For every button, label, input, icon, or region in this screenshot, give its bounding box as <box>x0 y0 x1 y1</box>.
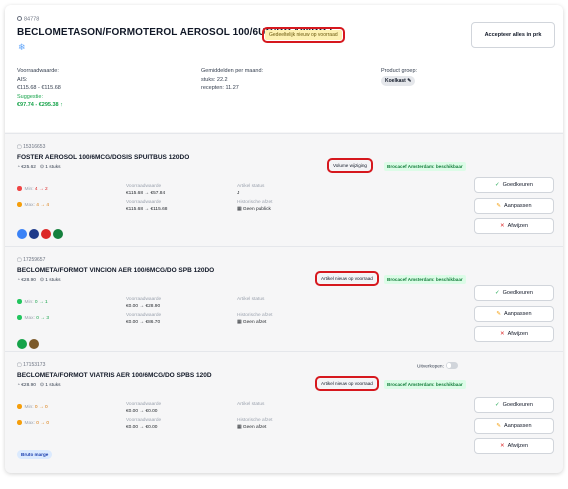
logo-icon <box>29 228 39 239</box>
product-row: ▢ 17153173 BECLOMETA/FORMOT VIATRIS AER … <box>5 351 563 473</box>
check-icon: ✓ <box>495 402 500 408</box>
product-code: ▢ 15316653 <box>17 144 46 150</box>
stock-value: Voorraadwaarde €0.00 → €28.90 <box>126 297 162 309</box>
action-buttons: ✓ Goedkeuren ✎ Aanpassen ✕ Afwijzen <box>474 397 554 459</box>
stock-summary: Voorraadwaarde: AIS: €115.68 - €115.68 S… <box>17 68 63 109</box>
check-icon: ✓ <box>495 182 500 188</box>
stock-value: Voorraadwaarde €0.00 → €86.70 <box>126 313 162 325</box>
product-code: ▢ 17153173 <box>17 362 46 368</box>
action-buttons: ✓ Goedkeuren ✎ Aanpassen ✕ Afwijzen <box>474 177 554 239</box>
close-icon: ✕ <box>499 443 505 449</box>
status-box: Artikel nieuw op voorraad <box>314 375 380 392</box>
logo-icon <box>17 338 27 349</box>
product-code: ▢ 17259657 <box>17 257 46 263</box>
status-box: Volume wijziging <box>326 157 374 174</box>
article-status: Artikel status <box>237 297 265 302</box>
clock-icon <box>17 16 22 21</box>
supplier-logos <box>17 225 65 243</box>
min-row: Min: 4 → 2 <box>17 186 48 193</box>
snowflake-icon: ❄ <box>18 42 26 52</box>
status-badge: Gedeeltelijk nieuw op voorraad <box>261 26 346 44</box>
logo-icon <box>17 228 27 239</box>
dot-icon <box>17 404 22 409</box>
margin-pill: Bruto marge <box>17 450 53 459</box>
group-pill[interactable]: Koelkast ✎ <box>381 75 416 87</box>
min-row: Min: 0 → 0 <box>17 404 48 411</box>
dot-icon <box>17 315 22 320</box>
product-row: ▢ 15316653 FOSTER AEROSOL 100/6MCG/DOSIS… <box>5 133 563 245</box>
max-row: Max: 0 → 3 <box>17 315 49 322</box>
reject-button[interactable]: ✕ Afwijzen <box>474 218 554 234</box>
action-buttons: ✓ Goedkeuren ✎ Aanpassen ✕ Afwijzen <box>474 285 554 347</box>
adjust-button[interactable]: ✎ Aanpassen <box>474 305 554 322</box>
historic-sales: Historische afzet ▦ Geen afzet <box>237 418 273 430</box>
approve-button[interactable]: ✓ Goedkeuren <box>474 397 554 413</box>
logo-icon <box>41 228 51 239</box>
dot-icon <box>17 420 22 425</box>
logo-icon <box>29 338 39 349</box>
close-icon: ✕ <box>499 223 505 229</box>
monthly-averages: Gemiddelden per maand: stuks: 22.2 recep… <box>201 68 264 92</box>
logo-icon <box>53 228 63 239</box>
tag-list: Bruto marge <box>17 443 53 461</box>
historic-sales: Historische afzet ▦ Geen publick <box>237 200 273 212</box>
product-header: 84778 BECLOMETASON/FORMOTEROL AEROSOL 10… <box>5 5 563 132</box>
close-icon: ✕ <box>499 331 505 337</box>
max-row: Max: 4 → 4 <box>17 202 49 209</box>
historic-sales: Historische afzet ▦ Geen afzet <box>237 313 273 325</box>
adjust-button[interactable]: ✎ Aanpassen <box>474 197 554 214</box>
price-icon: ◔ <box>17 383 20 388</box>
calendar-icon: ▦ <box>237 207 242 212</box>
adjust-button[interactable]: ✎ Aanpassen <box>474 417 554 434</box>
supplier-badge: Brocacef Amsterdam: beschikbaar <box>384 380 466 389</box>
stock-value: Voorraadwaarde €0.00 → €0.00 <box>126 402 162 414</box>
approve-button[interactable]: ✓ Goedkeuren <box>474 285 554 301</box>
stock-value: Voorraadwaarde €0.00 → €0.00 <box>126 418 162 430</box>
price-icon: ◔ <box>17 278 20 283</box>
check-icon: ✓ <box>495 290 500 296</box>
product-meta: ◔ €25.62 ⊙ 1 stuks <box>17 165 61 170</box>
box-icon: ⊙ <box>39 165 44 170</box>
calendar-icon: ▦ <box>237 320 242 325</box>
product-meta: ◔ €28.90 ⊙ 1 stuks <box>17 383 61 388</box>
product-name: FOSTER AEROSOL 100/6MCG/DOSIS SPUITBUS 1… <box>17 154 190 161</box>
sellout-toggle[interactable]: Uitverkopen: <box>417 362 458 370</box>
product-card: 84778 BECLOMETASON/FORMOTEROL AEROSOL 10… <box>5 5 563 473</box>
dot-icon <box>17 186 22 191</box>
pencil-icon: ✎ <box>496 422 502 429</box>
box-icon: ⊙ <box>39 383 44 388</box>
stock-value: Voorraadwaarde €115.68 → €115.68 <box>126 200 168 212</box>
product-name: BECLOMETA/FORMOT VIATRIS AER 100/6MCG/DO… <box>17 372 212 379</box>
product-name: BECLOMETA/FORMOT VINCION AER 100/6MCG/DO… <box>17 267 215 274</box>
pencil-icon: ✎ <box>496 202 502 209</box>
product-id: 84778 <box>17 16 39 23</box>
supplier-badge: Brocacef Amsterdam: beschikbaar <box>384 162 466 171</box>
article-status: Artikel status <box>237 402 265 407</box>
supplier-badge: Brocacef Amsterdam: beschikbaar <box>384 275 466 284</box>
max-row: Max: 0 → 0 <box>17 420 49 427</box>
dot-icon <box>17 299 22 304</box>
toggle-switch[interactable] <box>445 362 458 369</box>
product-row: ▢ 17259657 BECLOMETA/FORMOT VINCION AER … <box>5 246 563 350</box>
article-status: Artikel status J <box>237 184 265 196</box>
stock-value: Voorraadwaarde €115.68 → €57.84 <box>126 184 166 196</box>
dot-icon <box>17 202 22 207</box>
reject-button[interactable]: ✕ Afwijzen <box>474 326 554 342</box>
pencil-icon: ✎ <box>407 77 412 84</box>
min-row: Min: 0 → 1 <box>17 299 48 306</box>
accept-all-button[interactable]: Accepteer alles in prk <box>471 22 555 48</box>
status-box: Artikel nieuw op voorraad <box>314 270 380 287</box>
reject-button[interactable]: ✕ Afwijzen <box>474 438 554 454</box>
pencil-icon: ✎ <box>496 310 502 317</box>
approve-button[interactable]: ✓ Goedkeuren <box>474 177 554 193</box>
product-meta: ◔ €28.90 ⊙ 1 stuks <box>17 278 61 283</box>
calendar-icon: ▦ <box>237 425 242 430</box>
product-group: Product groep: Koelkast ✎ <box>381 67 417 87</box>
price-icon: ◔ <box>17 165 20 170</box>
box-icon: ⊙ <box>39 278 44 283</box>
